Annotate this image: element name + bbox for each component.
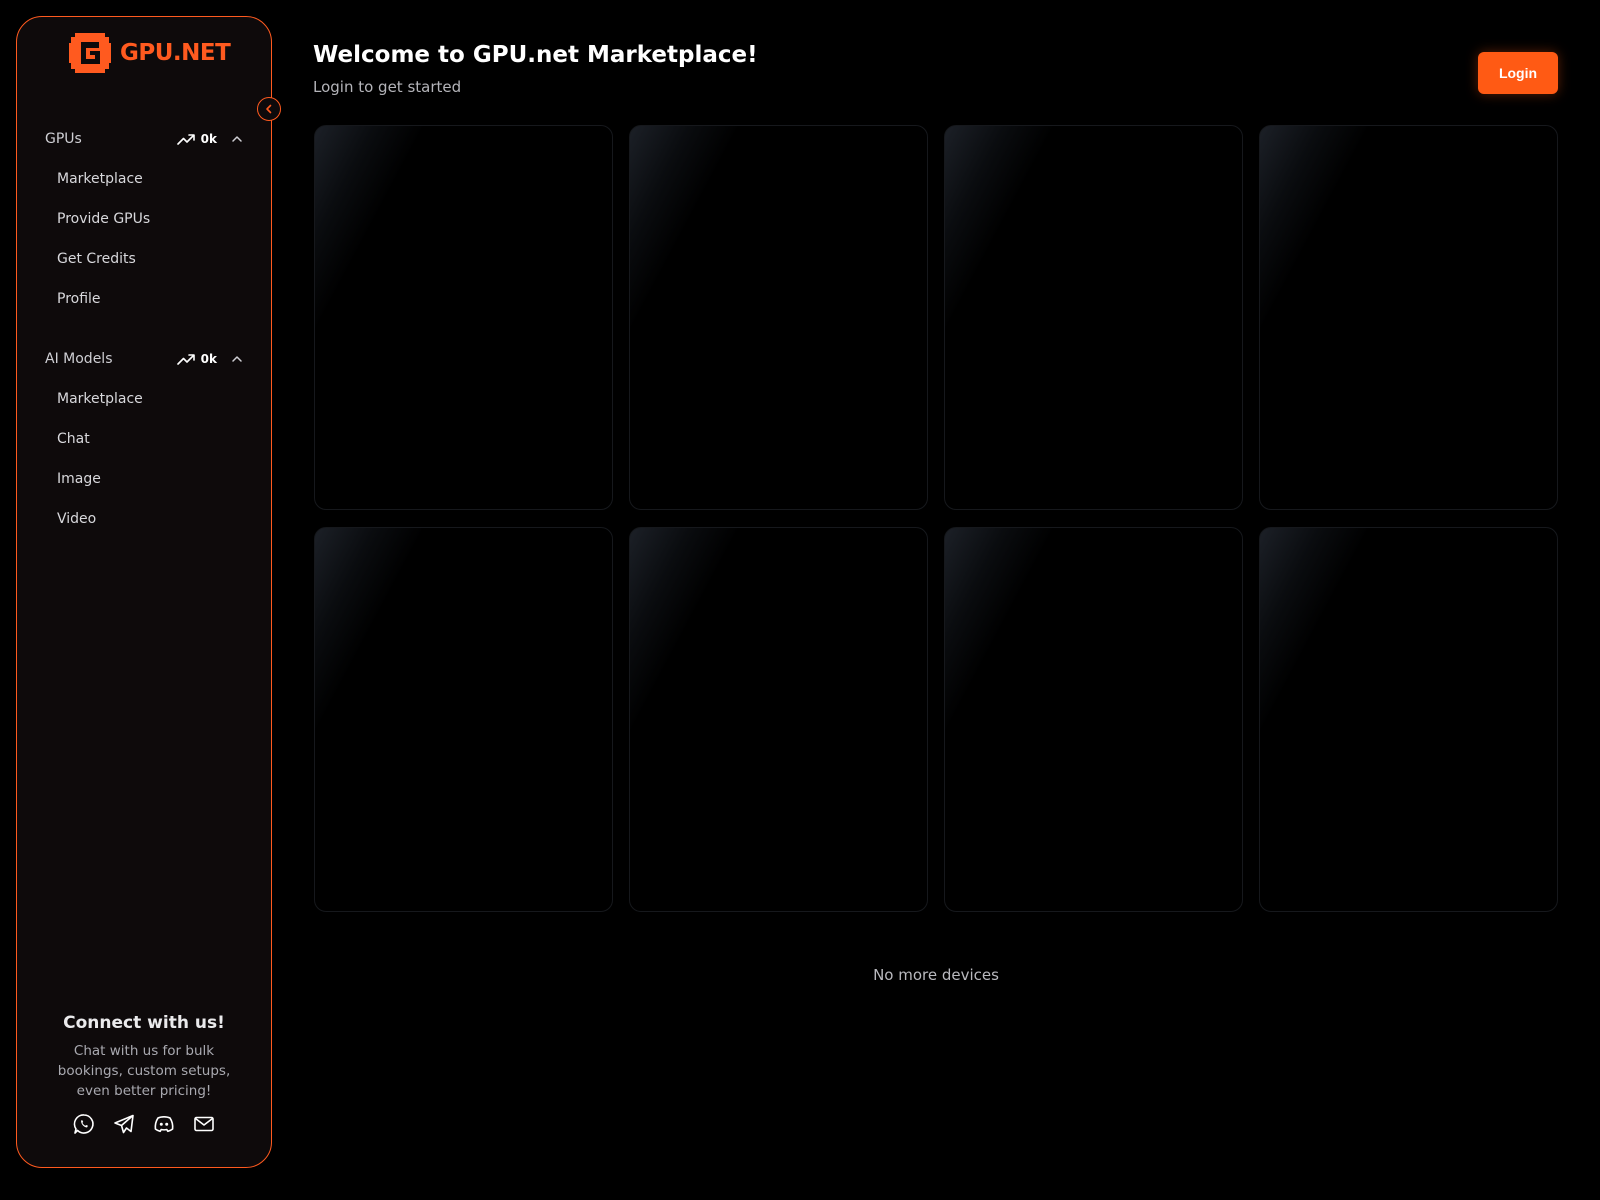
nav-section-stat: 0k xyxy=(176,352,217,366)
connect-title: Connect with us! xyxy=(63,1013,225,1033)
sidebar-item-profile[interactable]: Profile xyxy=(17,279,271,319)
sidebar-item-get-credits[interactable]: Get Credits xyxy=(17,239,271,279)
nav-section-gpus: GPUs 0k Marketplace Provide GPUs Get Cre… xyxy=(17,119,271,319)
device-card-placeholder xyxy=(314,527,613,912)
nav-section-title: GPUs xyxy=(45,131,82,147)
nav-section-stat-value: 0k xyxy=(200,352,217,366)
logo[interactable]: GPU.NET xyxy=(69,33,231,73)
device-card-placeholder xyxy=(629,527,928,912)
sidebar: GPU.NET GPUs 0k Marketplace Provide GPUs… xyxy=(16,16,281,1168)
sidebar-item-provide-gpus[interactable]: Provide GPUs xyxy=(17,199,271,239)
telegram-icon[interactable] xyxy=(113,1113,135,1135)
social-links xyxy=(17,1113,271,1135)
sidebar-item-image[interactable]: Image xyxy=(17,459,271,499)
connect-description: Chat with us for bulk bookings, custom s… xyxy=(57,1043,231,1099)
nav-section-stat-value: 0k xyxy=(200,132,217,146)
sidebar-item-video[interactable]: Video xyxy=(17,499,271,539)
whatsapp-icon[interactable] xyxy=(73,1113,95,1135)
device-card-placeholder xyxy=(629,125,928,510)
logo-icon xyxy=(69,33,111,73)
sidebar-item-chat[interactable]: Chat xyxy=(17,419,271,459)
mail-icon[interactable] xyxy=(193,1113,215,1135)
empty-state-message: No more devices xyxy=(873,966,999,984)
nav-section-header-ai-models[interactable]: AI Models 0k xyxy=(17,339,271,379)
nav-section-header-gpus[interactable]: GPUs 0k xyxy=(17,119,271,159)
device-card-placeholder xyxy=(944,125,1243,510)
brand-name: GPU.NET xyxy=(120,40,231,66)
discord-icon[interactable] xyxy=(153,1113,175,1135)
nav-section-title: AI Models xyxy=(45,351,113,367)
trending-up-icon xyxy=(176,134,195,145)
page-title: Welcome to GPU.net Marketplace! xyxy=(313,42,758,68)
login-button[interactable]: Login xyxy=(1478,52,1558,94)
device-grid xyxy=(314,125,1558,912)
nav-section-ai-models: AI Models 0k Marketplace Chat Image Vide… xyxy=(17,339,271,539)
collapse-sidebar-button[interactable] xyxy=(257,97,281,121)
sidebar-item-ai-marketplace[interactable]: Marketplace xyxy=(17,379,271,419)
chevron-up-icon[interactable] xyxy=(231,133,243,145)
sidebar-item-gpu-marketplace[interactable]: Marketplace xyxy=(17,159,271,199)
page-subtitle: Login to get started xyxy=(313,78,462,96)
trending-up-icon xyxy=(176,354,195,365)
device-card-placeholder xyxy=(944,527,1243,912)
chevron-up-icon[interactable] xyxy=(231,353,243,365)
connect-panel: Connect with us! Chat with us for bulk b… xyxy=(17,1013,271,1135)
device-card-placeholder xyxy=(314,125,613,510)
nav-section-stat: 0k xyxy=(176,132,217,146)
device-card-placeholder xyxy=(1259,527,1558,912)
device-card-placeholder xyxy=(1259,125,1558,510)
chevron-left-icon xyxy=(266,104,272,114)
